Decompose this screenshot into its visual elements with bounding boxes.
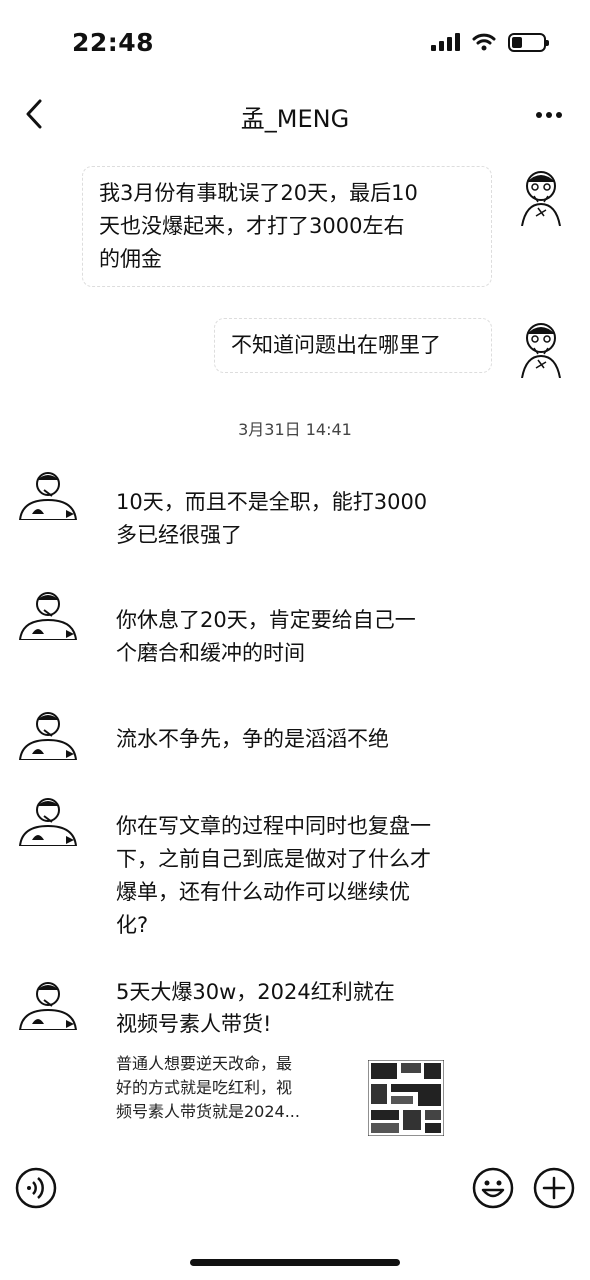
- avatar-contact[interactable]: [18, 590, 78, 640]
- message-line: 下，之前自己到底是做对了什么才: [116, 847, 431, 871]
- message-bubble-out[interactable]: 不知道问题出在哪里了: [214, 318, 492, 373]
- status-time: 22:48: [72, 28, 155, 57]
- link-card-title-line: 视频号素人带货!: [116, 1012, 272, 1036]
- voice-icon[interactable]: [15, 1167, 57, 1209]
- status-icons: [431, 32, 549, 52]
- input-bar: [0, 1160, 590, 1220]
- emoji-icon[interactable]: [472, 1167, 514, 1209]
- message-bubble-in[interactable]: 流水不争先，争的是滔滔不绝: [100, 713, 500, 766]
- link-card-desc-line: 好的方式就是吃红利，视: [116, 1078, 293, 1097]
- link-card-description: 普通人想要逆天改命，最 好的方式就是吃红利，视 频号素人带货就是2024...: [116, 1052, 352, 1124]
- avatar-self[interactable]: [518, 166, 564, 226]
- link-card[interactable]: 5天大爆30w，2024红利就在 视频号素人带货! 普通人想要逆天改命，最 好的…: [100, 976, 460, 1146]
- link-card-thumbnail: [368, 1060, 444, 1136]
- message-bubble-in[interactable]: 你休息了20天，肯定要给自己一 个磨合和缓冲的时间: [100, 594, 500, 680]
- link-card-desc-line: 频号素人带货就是2024...: [116, 1102, 300, 1121]
- message-line: 多已经很强了: [116, 523, 242, 547]
- avatar-contact[interactable]: [18, 710, 78, 760]
- more-horizontal-icon[interactable]: [534, 100, 564, 130]
- message-line: 不知道问题出在哪里了: [231, 333, 441, 357]
- avatar-contact[interactable]: [18, 796, 78, 846]
- nav-bar: 孟_MENG: [0, 88, 590, 140]
- message-line: 流水不争先，争的是滔滔不绝: [116, 727, 389, 751]
- link-card-title-line: 5天大爆30w，2024红利就在: [116, 980, 395, 1004]
- status-bar: 22:48: [0, 0, 590, 88]
- battery-icon: [508, 32, 549, 52]
- message-line: 天也没爆起来，才打了3000左右: [99, 214, 405, 238]
- link-card-title: 5天大爆30w，2024红利就在 视频号素人带货!: [100, 976, 460, 1040]
- message-bubble-in[interactable]: 10天，而且不是全职，能打3000 多已经很强了: [100, 476, 500, 562]
- message-line: 化?: [116, 913, 149, 937]
- chat-title: 孟_MENG: [240, 105, 350, 133]
- wifi-icon: [472, 33, 496, 51]
- message-line: 个磨合和缓冲的时间: [116, 641, 305, 665]
- avatar-contact[interactable]: [18, 470, 78, 520]
- chat-timestamp: 3月31日 14:41: [238, 420, 352, 439]
- message-bubble-out[interactable]: 我3月份有事耽误了20天，最后10 天也没爆起来，才打了3000左右 的佣金: [82, 166, 492, 287]
- message-line: 我3月份有事耽误了20天，最后10: [99, 181, 418, 205]
- home-indicator: [190, 1259, 400, 1266]
- message-line: 10天，而且不是全职，能打3000: [116, 490, 428, 514]
- link-card-desc-line: 普通人想要逆天改命，最: [116, 1054, 293, 1073]
- message-line: 的佣金: [99, 247, 162, 271]
- signal-icon: [431, 33, 460, 51]
- avatar-self[interactable]: [518, 318, 564, 378]
- message-bubble-in[interactable]: 你在写文章的过程中同时也复盘一 下，之前自己到底是做对了什么才 爆单，还有什么动…: [100, 800, 510, 952]
- avatar-contact[interactable]: [18, 980, 78, 1030]
- message-line: 你在写文章的过程中同时也复盘一: [116, 814, 431, 838]
- message-line: 爆单，还有什么动作可以继续优: [116, 880, 410, 904]
- plus-circle-icon[interactable]: [533, 1167, 575, 1209]
- message-line: 你休息了20天，肯定要给自己一: [116, 608, 416, 632]
